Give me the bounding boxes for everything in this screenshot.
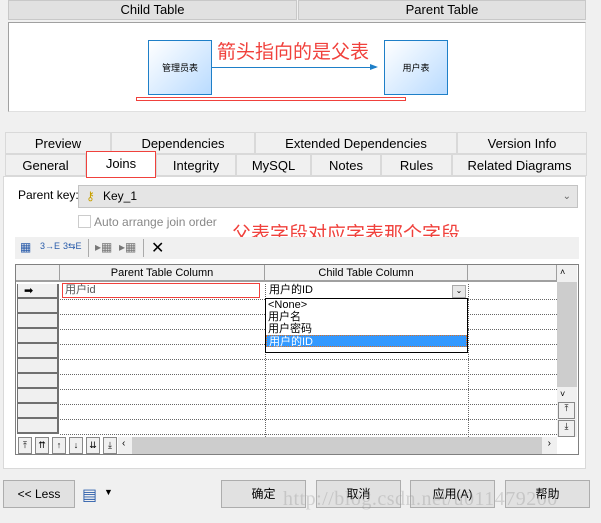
column-header-parent[interactable]: Parent Table Column <box>60 265 265 282</box>
grid-line <box>60 404 557 405</box>
scroll-bottom-icon[interactable]: ⤓ <box>558 420 575 437</box>
toolbar-divider <box>143 239 144 257</box>
less-button[interactable]: << Less <box>3 480 75 508</box>
child-table-button[interactable]: Child Table <box>8 0 297 20</box>
auto-arrange-checkbox[interactable] <box>78 215 91 228</box>
child-table-box[interactable]: 管理员表 <box>148 40 212 95</box>
parent-key-label: Parent key: <box>18 188 79 202</box>
delete-icon[interactable]: ✕ <box>151 238 164 258</box>
row-header[interactable] <box>17 344 59 359</box>
parent-table-button[interactable]: Parent Table <box>298 0 586 20</box>
grid-line <box>60 374 557 375</box>
grid-line <box>60 434 557 435</box>
scroll-left-icon[interactable]: ‹ <box>122 438 125 449</box>
parent-table-box[interactable]: 用户表 <box>384 40 448 95</box>
dropdown-option[interactable]: 用户密码 <box>266 323 467 335</box>
auto-arrange-label: Auto arrange join order <box>94 215 217 229</box>
toolbar-divider <box>88 239 89 257</box>
arrow-head-icon <box>370 64 378 70</box>
tab-integrity[interactable]: Integrity <box>156 154 236 176</box>
move-page-down-button[interactable]: ⇊ <box>86 437 100 454</box>
chevron-down-icon: ⌄ <box>562 191 571 202</box>
tab-joins[interactable]: Joins <box>86 151 156 178</box>
annotation-underline <box>136 97 406 101</box>
key-icon: ⚷ <box>86 189 95 203</box>
parent-key-value: Key_1 <box>103 189 138 203</box>
parent-key-select[interactable]: ⚷ Key_1 ⌄ <box>78 185 578 208</box>
horizontal-scrollbar[interactable]: ‹ › <box>118 437 557 454</box>
move-up-button[interactable]: ↑ <box>52 437 66 454</box>
row-header-corner <box>16 265 60 282</box>
tab-rules[interactable]: Rules <box>381 154 452 176</box>
child-column-dropdown-list: <None> 用户名 用户密码 用户的ID <box>265 298 468 353</box>
row-header[interactable] <box>17 329 59 344</box>
row-header[interactable] <box>17 299 59 314</box>
grid-line <box>60 359 557 360</box>
row-header[interactable] <box>17 419 59 434</box>
child-column-dropdown-button[interactable]: ⌄ <box>452 285 466 298</box>
joins-grid: Parent Table Column Child Table Column ➡… <box>15 264 579 455</box>
grid-line <box>468 284 469 437</box>
move-down-button[interactable]: ↓ <box>69 437 83 454</box>
move-bottom-button[interactable]: ⤓ <box>103 437 117 454</box>
reuse-columns-icon[interactable]: 3⇆E <box>63 241 82 252</box>
tab-mysql[interactable]: MySQL <box>236 154 311 176</box>
watermark: http://blog.csdn.net/u011479200 <box>283 488 558 510</box>
scroll-top-icon[interactable]: ⤒ <box>558 402 575 419</box>
dropdown-option[interactable]: <None> <box>266 299 467 311</box>
scroll-down-icon[interactable]: ˅ <box>560 389 565 399</box>
insert-row-icon[interactable]: ▦ <box>20 240 31 254</box>
move-top-button[interactable]: ⤒ <box>18 437 32 454</box>
current-row-arrow-icon: ➡ <box>24 285 34 297</box>
scroll-thumb[interactable] <box>557 282 577 387</box>
move-page-up-button[interactable]: ⇈ <box>35 437 49 454</box>
child-column-cell[interactable]: 用户的ID <box>267 283 467 298</box>
scroll-thumb[interactable] <box>132 437 542 454</box>
reference-diagram: 管理员表 用户表 箭头指向的是父表 <box>8 22 586 112</box>
tab-version-info[interactable]: Version Info <box>457 132 587 154</box>
row-header[interactable] <box>17 314 59 329</box>
diagram-annotation: 箭头指向的是父表 <box>217 42 370 63</box>
tab-general[interactable]: General <box>5 154 86 176</box>
scroll-up-icon[interactable]: ˄ <box>560 267 565 277</box>
row-header[interactable] <box>17 359 59 374</box>
scroll-right-icon[interactable]: › <box>548 438 551 449</box>
tab-related-diagrams[interactable]: Related Diagrams <box>452 154 587 176</box>
column-header-child[interactable]: Child Table Column <box>265 265 468 282</box>
insert-row-before-icon[interactable]: ▸▦ <box>95 240 112 254</box>
reference-link-line <box>212 67 376 68</box>
grid-line <box>60 419 557 420</box>
add-row-icon[interactable]: ▸▦ <box>119 240 136 254</box>
document-icon[interactable]: ▤ <box>82 485 97 505</box>
tab-notes[interactable]: Notes <box>311 154 381 176</box>
joins-toolbar: ▦ 3→E 3⇆E ▸▦ ▸▦ ✕ <box>15 237 579 259</box>
row-header[interactable] <box>17 374 59 389</box>
tab-extended-dependencies[interactable]: Extended Dependencies <box>255 132 457 154</box>
column-header-empty <box>468 265 557 282</box>
caret-down-icon[interactable]: ▼ <box>104 487 113 497</box>
grid-line <box>60 389 557 390</box>
parent-column-cell[interactable]: 用户id <box>62 283 260 298</box>
row-header[interactable] <box>17 404 59 419</box>
dropdown-option[interactable]: 用户名 <box>266 311 467 323</box>
add-join-icon[interactable]: 3→E <box>40 241 60 251</box>
vertical-scrollbar[interactable]: ˄ ˅ ⤒ ⤓ <box>557 265 577 437</box>
dropdown-option-selected[interactable]: 用户的ID <box>266 335 467 348</box>
row-header[interactable] <box>17 389 59 404</box>
